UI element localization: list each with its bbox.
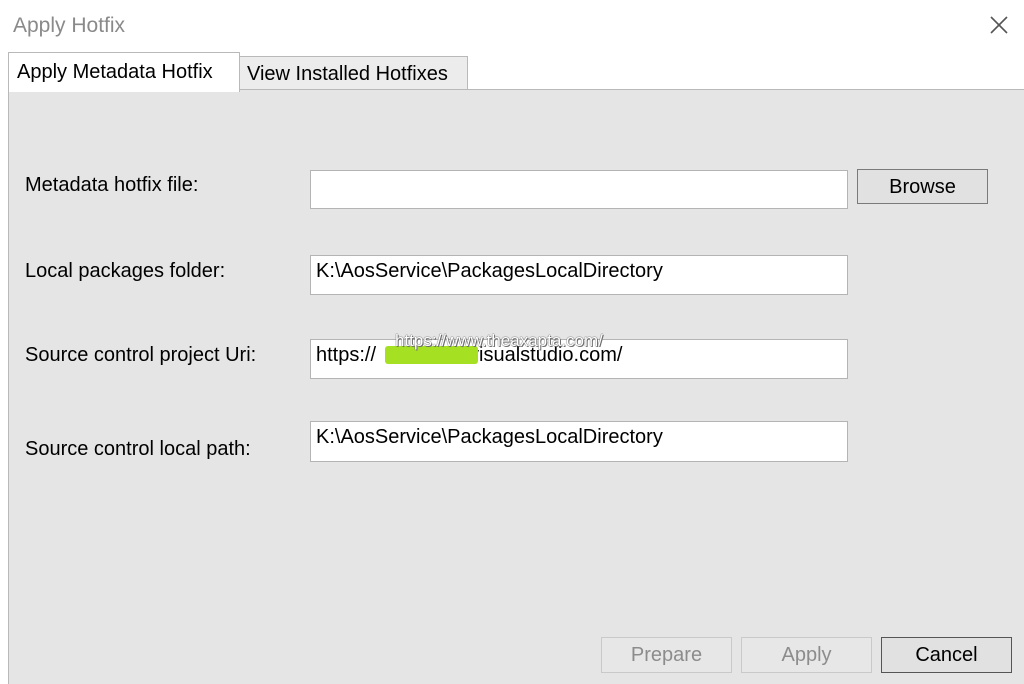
source-control-local-path-input[interactable]: K:\AosService\PackagesLocalDirectory xyxy=(310,421,848,462)
watermark-text: https://www.theaxapta.com/ xyxy=(395,331,603,350)
metadata-hotfix-file-input[interactable] xyxy=(310,170,848,209)
apply-button[interactable]: Apply xyxy=(741,637,872,673)
source-control-uri-label: Source control project Uri: xyxy=(25,344,257,366)
metadata-hotfix-file-label: Metadata hotfix file: xyxy=(25,174,199,196)
source-control-local-path-label: Source control local path: xyxy=(25,438,251,460)
tab-apply-metadata-hotfix[interactable]: Apply Metadata Hotfix xyxy=(8,52,240,92)
source-control-uri-prefix: https:// xyxy=(316,344,377,366)
local-packages-folder-label: Local packages folder: xyxy=(25,260,226,282)
close-icon xyxy=(990,16,1008,34)
window-title: Apply Hotfix xyxy=(13,14,126,37)
local-packages-folder-input[interactable]: K:\AosService\PackagesLocalDirectory xyxy=(310,255,848,295)
browse-button[interactable]: Browse xyxy=(857,169,988,204)
close-button[interactable] xyxy=(984,10,1014,40)
cancel-button[interactable]: Cancel xyxy=(881,637,1012,673)
title-bar: Apply Hotfix xyxy=(0,0,1024,52)
tab-panel: Metadata hotfix file: Browse Local packa… xyxy=(8,89,1024,684)
tab-view-installed-hotfixes[interactable]: View Installed Hotfixes xyxy=(239,56,468,90)
prepare-button[interactable]: Prepare xyxy=(601,637,732,673)
tab-strip: Apply Metadata Hotfix View Installed Hot… xyxy=(0,52,1024,92)
